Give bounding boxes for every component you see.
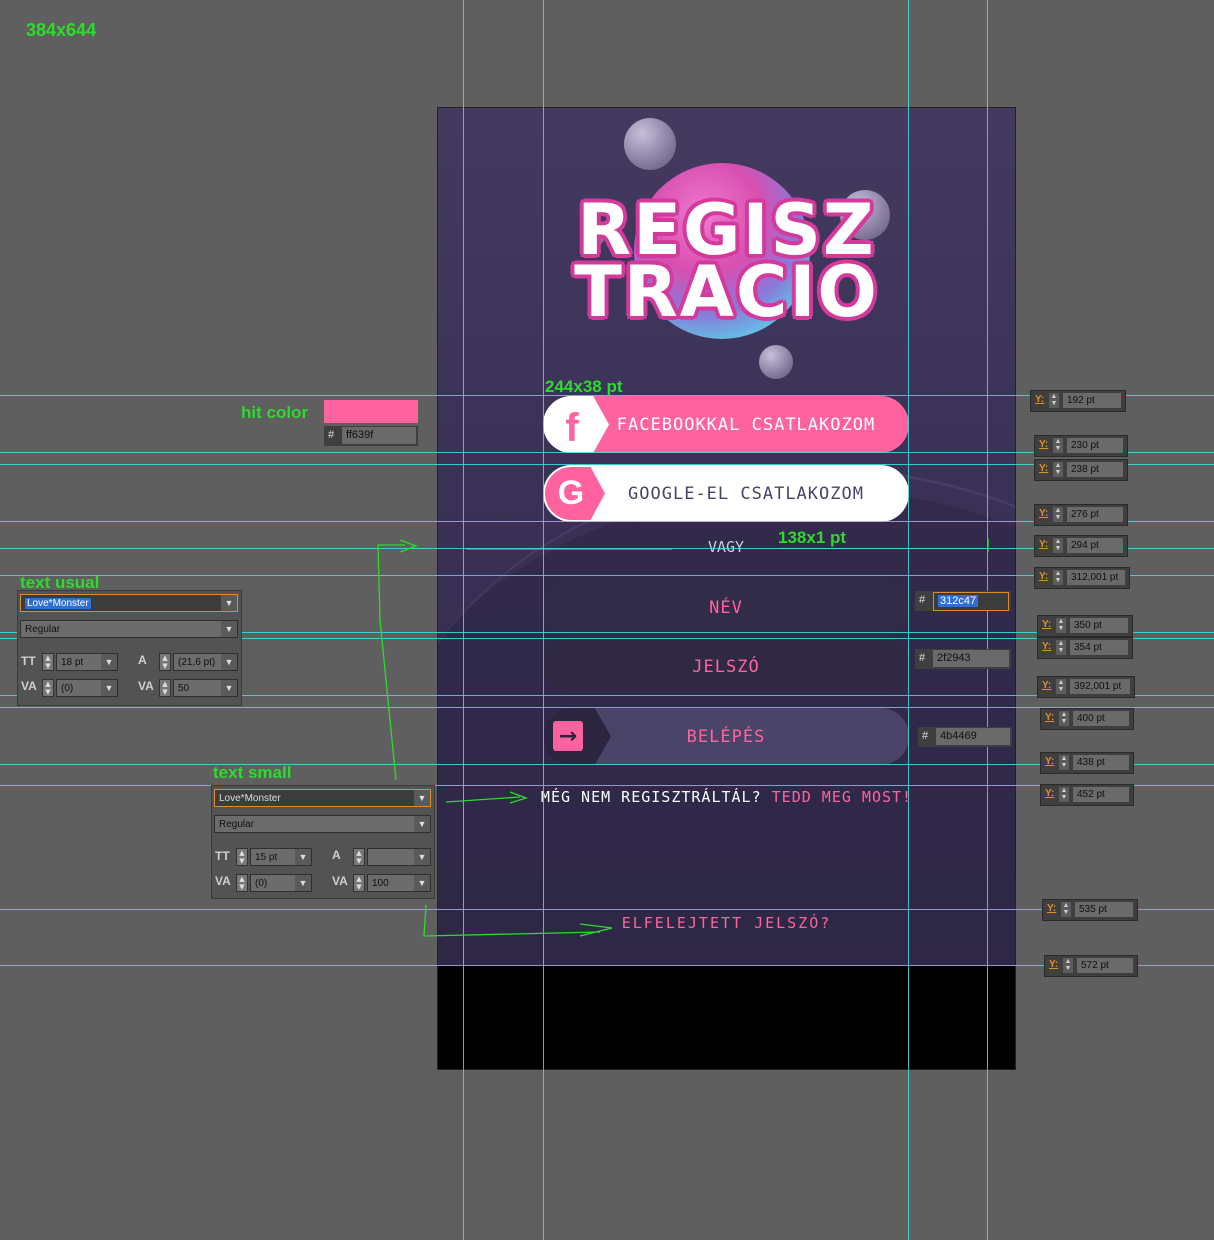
annotation-arrows <box>377 538 989 937</box>
